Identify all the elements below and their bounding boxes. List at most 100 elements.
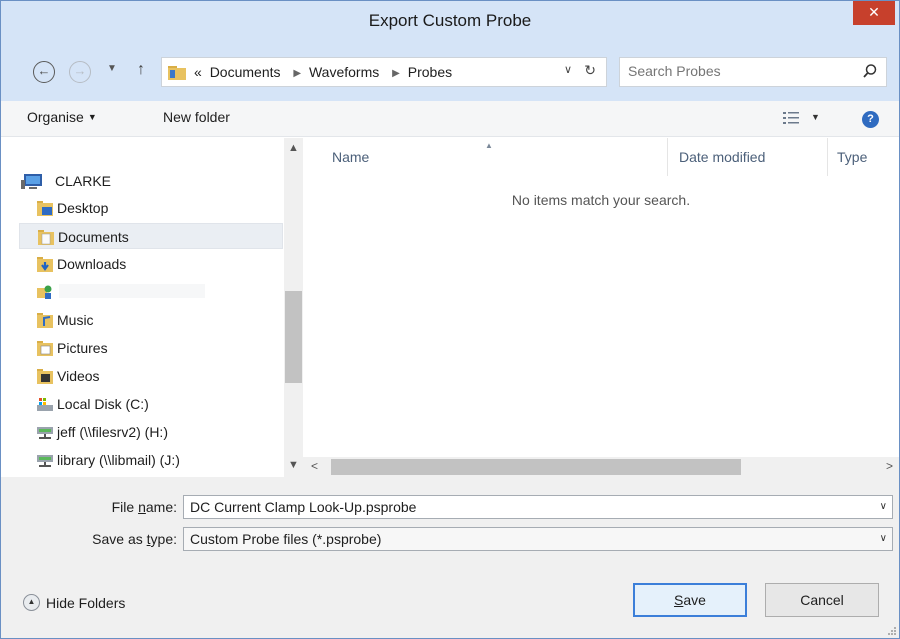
tree-item-label: jeff (\\filesrv2) (H:) — [57, 424, 168, 440]
command-bar: Organise ▼ New folder ▼ ? — [1, 101, 899, 137]
file-name-label: File name: — [112, 499, 177, 515]
tree-item-music[interactable]: Music — [19, 307, 283, 333]
hide-folders-button[interactable]: ▲ Hide Folders — [23, 593, 126, 613]
pictures-folder-icon — [37, 341, 53, 356]
save-form: File name: DC Current Clamp Look-Up.pspr… — [1, 477, 899, 561]
recent-locations-icon[interactable]: ▼ — [107, 63, 117, 74]
scroll-up-icon[interactable]: ▲ — [288, 142, 299, 154]
tree-item-label: Documents — [58, 229, 129, 245]
label-text: File — [111, 499, 139, 515]
window-title: Export Custom Probe — [368, 11, 532, 30]
help-icon[interactable]: ? — [862, 111, 879, 128]
scroll-right-icon[interactable]: > — [886, 459, 893, 473]
scroll-thumb[interactable] — [285, 291, 302, 383]
scroll-thumb[interactable] — [331, 459, 741, 475]
tree-item-jeff-drive[interactable]: jeff (\\filesrv2) (H:) — [19, 419, 283, 445]
chevron-down-icon[interactable]: ∨ — [880, 501, 887, 512]
tree-item-videos[interactable]: Videos — [19, 363, 283, 389]
tree-item-label: library (\\libmail) (J:) — [57, 452, 180, 468]
save-label: ave — [683, 592, 706, 608]
tree-item-computer[interactable]: CLARKE — [19, 168, 283, 194]
caret-down-icon: ▼ — [87, 112, 97, 122]
address-row: ← → ▼ ↑ « Documents ▶ Waveforms ▶ Probes… — [1, 41, 899, 101]
up-arrow-icon[interactable]: ↑ — [137, 61, 145, 79]
file-name-field[interactable]: DC Current Clamp Look-Up.psprobe ∨ — [183, 495, 893, 519]
folder-icon — [168, 66, 186, 80]
tree-item-label: Desktop — [57, 200, 109, 216]
music-folder-icon — [37, 313, 53, 328]
hide-folders-label: Hide Folders — [46, 595, 126, 611]
tree-item-label: Videos — [57, 368, 100, 384]
save-as-type-select[interactable]: Custom Probe files (*.psprobe) ∨ — [183, 527, 893, 551]
redacted-label — [59, 284, 205, 298]
close-button[interactable]: ✕ — [853, 1, 895, 25]
refresh-icon[interactable]: ↻ — [584, 62, 596, 79]
title-bar: Export Custom Probe ✕ — [1, 1, 899, 41]
file-list: ▲ Name Date modified Type No items match… — [303, 138, 899, 477]
label-text: ype: — [150, 531, 177, 547]
search-input[interactable] — [628, 63, 848, 79]
save-as-type-value: Custom Probe files (*.psprobe) — [190, 531, 382, 547]
tree-item-library-drive[interactable]: library (\\libmail) (J:) — [19, 447, 283, 473]
label-text: Save as — [92, 531, 147, 547]
breadcrumb-item-documents[interactable]: Documents — [210, 64, 281, 80]
scroll-down-icon[interactable]: ▼ — [288, 459, 299, 471]
search-box[interactable] — [619, 57, 887, 87]
label-accesskey: n — [138, 499, 146, 515]
column-divider[interactable] — [827, 138, 828, 176]
export-dialog: Export Custom Probe ✕ ← → ▼ ↑ « Document… — [0, 0, 900, 639]
tree-item-label: Music — [57, 312, 94, 328]
save-accesskey: S — [674, 592, 684, 608]
save-button[interactable]: Save — [633, 583, 747, 617]
view-options-caret-icon[interactable]: ▼ — [811, 112, 820, 122]
column-divider[interactable] — [667, 138, 668, 176]
tree-item-label: Downloads — [57, 256, 127, 272]
file-name-value: DC Current Clamp Look-Up.psprobe — [190, 499, 417, 515]
cancel-button[interactable]: Cancel — [765, 583, 879, 617]
address-bar[interactable]: « Documents ▶ Waveforms ▶ Probes ∨ ↻ — [161, 57, 607, 87]
tree-item-downloads[interactable]: Downloads — [19, 251, 283, 277]
column-header-name[interactable]: Name — [332, 138, 369, 176]
chevron-right-icon[interactable]: ▶ — [392, 68, 400, 79]
tree-item-desktop[interactable]: Desktop — [19, 195, 283, 221]
tree-item-label: Pictures — [57, 340, 108, 356]
tree-item-local-disk[interactable]: Local Disk (C:) — [19, 391, 283, 417]
downloads-folder-icon — [37, 257, 53, 272]
documents-folder-icon — [38, 230, 54, 245]
navigation-pane: CLARKE Desktop Documents Downloads Music… — [1, 138, 303, 477]
forward-button[interactable]: → — [69, 61, 91, 83]
organise-label: Organise — [27, 109, 84, 125]
horizontal-scrollbar[interactable]: < > — [303, 457, 899, 477]
breadcrumb-overflow[interactable]: « — [194, 64, 202, 80]
empty-message: No items match your search. — [511, 192, 691, 208]
navigation-scrollbar[interactable]: ▲ ▼ — [284, 138, 303, 477]
search-icon[interactable] — [862, 63, 878, 79]
chevron-right-icon[interactable]: ▶ — [293, 68, 301, 79]
breadcrumb: « Documents ▶ Waveforms ▶ Probes — [194, 64, 456, 80]
local-disk-icon — [37, 398, 53, 411]
tree-item-pictures[interactable]: Pictures — [19, 335, 283, 361]
view-options-icon[interactable] — [783, 111, 799, 125]
label-text: ame: — [145, 499, 177, 515]
tree-item-label: Local Disk (C:) — [57, 396, 149, 412]
videos-folder-icon — [37, 369, 53, 384]
scroll-left-icon[interactable]: < — [311, 459, 318, 473]
organise-menu-button[interactable]: Organise ▼ — [27, 109, 97, 125]
new-folder-button[interactable]: New folder — [163, 109, 230, 125]
tree-item-documents[interactable]: Documents — [19, 223, 283, 249]
column-header-type[interactable]: Type — [837, 138, 867, 176]
back-button[interactable]: ← — [33, 61, 55, 83]
tree-item-label: CLARKE — [55, 173, 112, 189]
network-drive-icon — [37, 455, 53, 467]
column-header-date-modified[interactable]: Date modified — [679, 138, 765, 176]
network-drive-icon — [37, 427, 53, 439]
chevron-down-icon[interactable]: ∨ — [564, 63, 572, 76]
network-user-icon — [37, 285, 52, 299]
desktop-folder-icon — [37, 201, 53, 216]
chevron-down-icon[interactable]: ∨ — [880, 533, 887, 544]
resize-grip-icon[interactable] — [887, 626, 897, 636]
save-as-type-label: Save as type: — [92, 531, 177, 547]
breadcrumb-item-waveforms[interactable]: Waveforms — [309, 64, 379, 80]
breadcrumb-item-probes[interactable]: Probes — [408, 64, 452, 80]
collapse-up-icon: ▲ — [23, 593, 40, 611]
